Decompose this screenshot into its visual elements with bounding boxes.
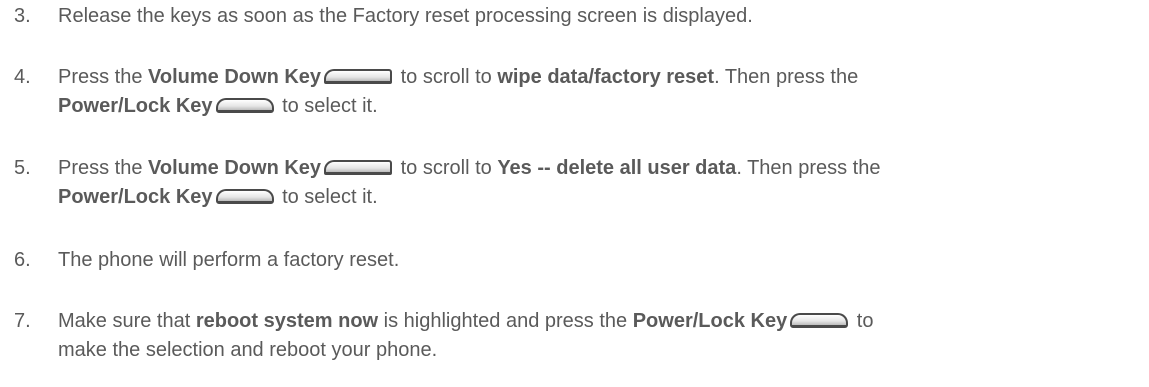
step-text: Release the keys as soon as the Factory … [58,5,753,27]
step-text: Make sure that reboot system now is high… [58,310,874,332]
volume-down-key-label: Volume Down Key [148,157,322,179]
volume-down-key-label: Volume Down Key [148,66,322,88]
volume-down-key-icon [324,160,393,175]
power-lock-key-label: Power/Lock Key [632,310,788,332]
power-lock-key-icon [215,98,274,113]
step-text: Press the Volume Down Key to scroll to Y… [58,157,881,179]
power-lock-key-label: Power/Lock Key [58,186,213,208]
step-text-continued: make the selection and reboot your phone… [58,339,438,361]
power-lock-key-icon [790,313,849,328]
power-lock-key-label: Power/Lock Key [58,95,213,117]
step-text-continued: Power/Lock Key to select it. [58,186,378,208]
step-number: 5. [14,157,31,179]
menu-option-label: wipe data/factory reset [497,66,715,88]
step-number: 4. [14,66,31,88]
step-text: The phone will perform a factory reset. [58,249,400,271]
step-text: Press the Volume Down Key to scroll to w… [58,66,859,88]
step-text-continued: Power/Lock Key to select it. [58,95,378,117]
step-number: 3. [14,5,31,27]
menu-option-label: reboot system now [195,310,379,332]
volume-down-key-icon [324,69,393,84]
step-number: 6. [14,249,31,271]
menu-option-label: Yes -- delete all user data [497,157,737,179]
step-number: 7. [14,310,31,332]
power-lock-key-icon [215,189,274,204]
instruction-steps: 3. Release the keys as soon as the Facto… [0,0,1149,387]
